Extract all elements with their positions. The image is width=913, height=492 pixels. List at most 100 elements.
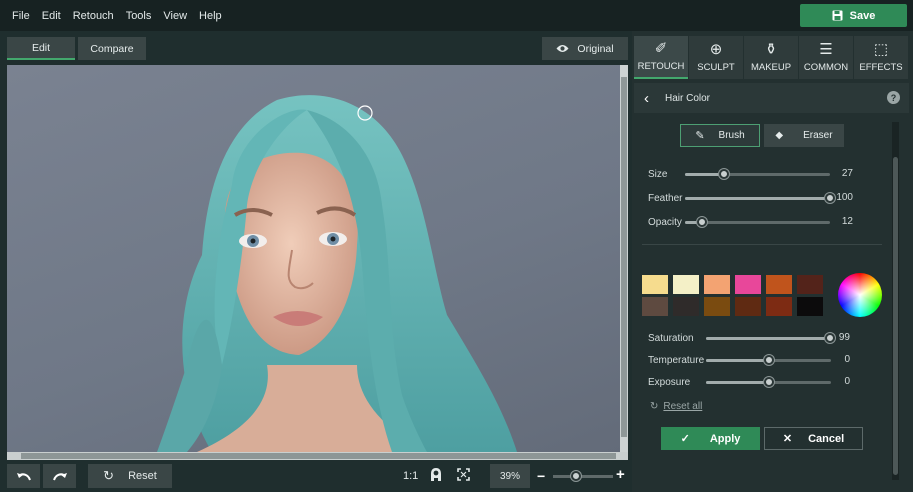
- cancel-label: Cancel: [808, 432, 845, 445]
- back-chevron-icon[interactable]: ‹: [644, 90, 649, 107]
- brush-slider-knob[interactable]: [697, 217, 708, 227]
- tab-effects-label: EFFECTS: [859, 62, 903, 73]
- original-label: Original: [577, 42, 614, 55]
- color-swatch[interactable]: [704, 297, 730, 316]
- brush-slider-row: Opacity: [648, 215, 686, 229]
- tab-retouch[interactable]: ✐ RETOUCH: [634, 36, 688, 79]
- undo-icon: [16, 473, 31, 481]
- redo-button[interactable]: [43, 464, 76, 488]
- color-swatch[interactable]: [766, 275, 792, 294]
- menu-bar: File Edit Retouch Tools View Help Save: [0, 0, 913, 31]
- canvas-horizontal-scroll-thumb[interactable]: [21, 453, 616, 459]
- menu-tools[interactable]: Tools: [120, 10, 158, 22]
- color-swatch[interactable]: [766, 297, 792, 316]
- menu-retouch[interactable]: Retouch: [67, 10, 120, 22]
- panel-scrollbar[interactable]: [892, 122, 899, 480]
- original-button[interactable]: Original: [542, 37, 628, 60]
- help-icon[interactable]: ?: [887, 91, 900, 104]
- view-toolbar: Edit Compare Original: [0, 31, 632, 65]
- retouch-brush-icon: ✐: [654, 40, 668, 57]
- brush-slider-knob[interactable]: [719, 169, 730, 179]
- menu-file[interactable]: File: [6, 10, 36, 22]
- color-swatch[interactable]: [735, 275, 761, 294]
- color-slider-fill: [706, 359, 769, 362]
- eraser-label: Eraser: [803, 130, 833, 141]
- reset-label: Reset: [128, 470, 157, 482]
- color-slider-track[interactable]: [706, 377, 831, 387]
- color-slider-value: 0: [844, 354, 850, 365]
- brush-slider-label: Size: [648, 168, 668, 180]
- tab-compare[interactable]: Compare: [78, 37, 146, 60]
- brush-slider-track[interactable]: [685, 217, 830, 227]
- tab-edit[interactable]: Edit: [7, 37, 75, 60]
- zoom-in-icon[interactable]: +: [616, 466, 625, 483]
- tab-makeup[interactable]: ⚱ MAKEUP: [744, 36, 798, 79]
- canvas-vertical-scrollbar[interactable]: [620, 65, 628, 452]
- brush-slider-value: 12: [841, 216, 853, 227]
- section-title: Hair Color: [665, 92, 711, 104]
- brush-slider-value: 27: [841, 168, 853, 179]
- one-to-one-button[interactable]: 1:1: [403, 470, 418, 482]
- brush-slider-value: 100: [836, 192, 853, 203]
- eraser-button[interactable]: ◆ Eraser: [764, 124, 844, 147]
- zoom-slider-knob[interactable]: [570, 471, 581, 481]
- cancel-button[interactable]: ✕ Cancel: [764, 427, 863, 450]
- color-slider-value: 0: [844, 376, 850, 387]
- section-header: ‹ Hair Color ?: [634, 83, 909, 113]
- panel-scroll-thumb[interactable]: [893, 157, 898, 475]
- color-slider-track[interactable]: [706, 333, 835, 343]
- tab-effects[interactable]: ⬚ EFFECTS: [854, 36, 908, 79]
- menu-view[interactable]: View: [157, 10, 193, 22]
- redo-icon: [52, 473, 67, 481]
- canvas-vertical-scroll-thumb[interactable]: [621, 77, 627, 437]
- zoom-value[interactable]: 39%: [490, 464, 530, 488]
- save-button[interactable]: Save: [800, 4, 907, 27]
- color-swatch[interactable]: [797, 275, 823, 294]
- brush-slider-fill: [685, 197, 830, 200]
- color-slider-row: Saturation: [648, 331, 694, 345]
- canvas-horizontal-scrollbar[interactable]: [7, 452, 628, 460]
- brush-button[interactable]: ✎ Brush: [680, 124, 760, 147]
- color-slider-row: Temperature: [648, 353, 705, 367]
- sculpt-crosshair-icon: ⊕: [709, 41, 723, 58]
- color-slider-label: Temperature: [648, 354, 705, 366]
- color-wheel[interactable]: [838, 273, 882, 317]
- color-slider-track[interactable]: [706, 355, 831, 365]
- zoom-slider[interactable]: [553, 471, 613, 481]
- color-swatch[interactable]: [673, 297, 699, 316]
- fit-screen-icon[interactable]: [457, 468, 470, 481]
- tab-common[interactable]: ☰ COMMON: [799, 36, 853, 79]
- color-swatch[interactable]: [704, 275, 730, 294]
- color-slider-knob[interactable]: [763, 377, 774, 387]
- head-silhouette-icon[interactable]: [430, 467, 442, 482]
- tab-makeup-label: MAKEUP: [750, 62, 792, 73]
- color-slider-fill: [706, 381, 769, 384]
- color-swatch[interactable]: [735, 297, 761, 316]
- menu-edit[interactable]: Edit: [36, 10, 67, 22]
- save-disk-icon: [832, 10, 843, 21]
- color-swatch[interactable]: [642, 297, 668, 316]
- apply-button[interactable]: ✓ Apply: [661, 427, 760, 450]
- color-swatch[interactable]: [673, 275, 699, 294]
- color-slider-knob[interactable]: [763, 355, 774, 365]
- eraser-icon: ◆: [775, 130, 784, 141]
- tab-sculpt-label: SCULPT: [697, 62, 735, 73]
- brush-slider-track[interactable]: [685, 169, 830, 179]
- checkmark-icon: ✓: [680, 433, 690, 445]
- color-slider-label: Exposure: [648, 376, 691, 388]
- brush-slider-row: Size: [648, 167, 686, 181]
- tab-sculpt[interactable]: ⊕ SCULPT: [689, 36, 743, 79]
- zoom-out-icon[interactable]: −: [537, 468, 545, 484]
- color-slider-row: Exposure: [648, 375, 691, 389]
- reset-all-label: Reset all: [663, 401, 703, 412]
- color-swatch[interactable]: [797, 297, 823, 316]
- brush-icon: ✎: [695, 130, 705, 142]
- undo-button[interactable]: [7, 464, 40, 488]
- apply-label: Apply: [709, 432, 741, 445]
- reset-all-link[interactable]: ↻ Reset all: [650, 401, 702, 412]
- color-swatch[interactable]: [642, 275, 668, 294]
- menu-help[interactable]: Help: [193, 10, 228, 22]
- photo-canvas[interactable]: [7, 65, 628, 452]
- reset-button[interactable]: ↻ Reset: [88, 464, 172, 488]
- brush-slider-track[interactable]: [685, 193, 835, 203]
